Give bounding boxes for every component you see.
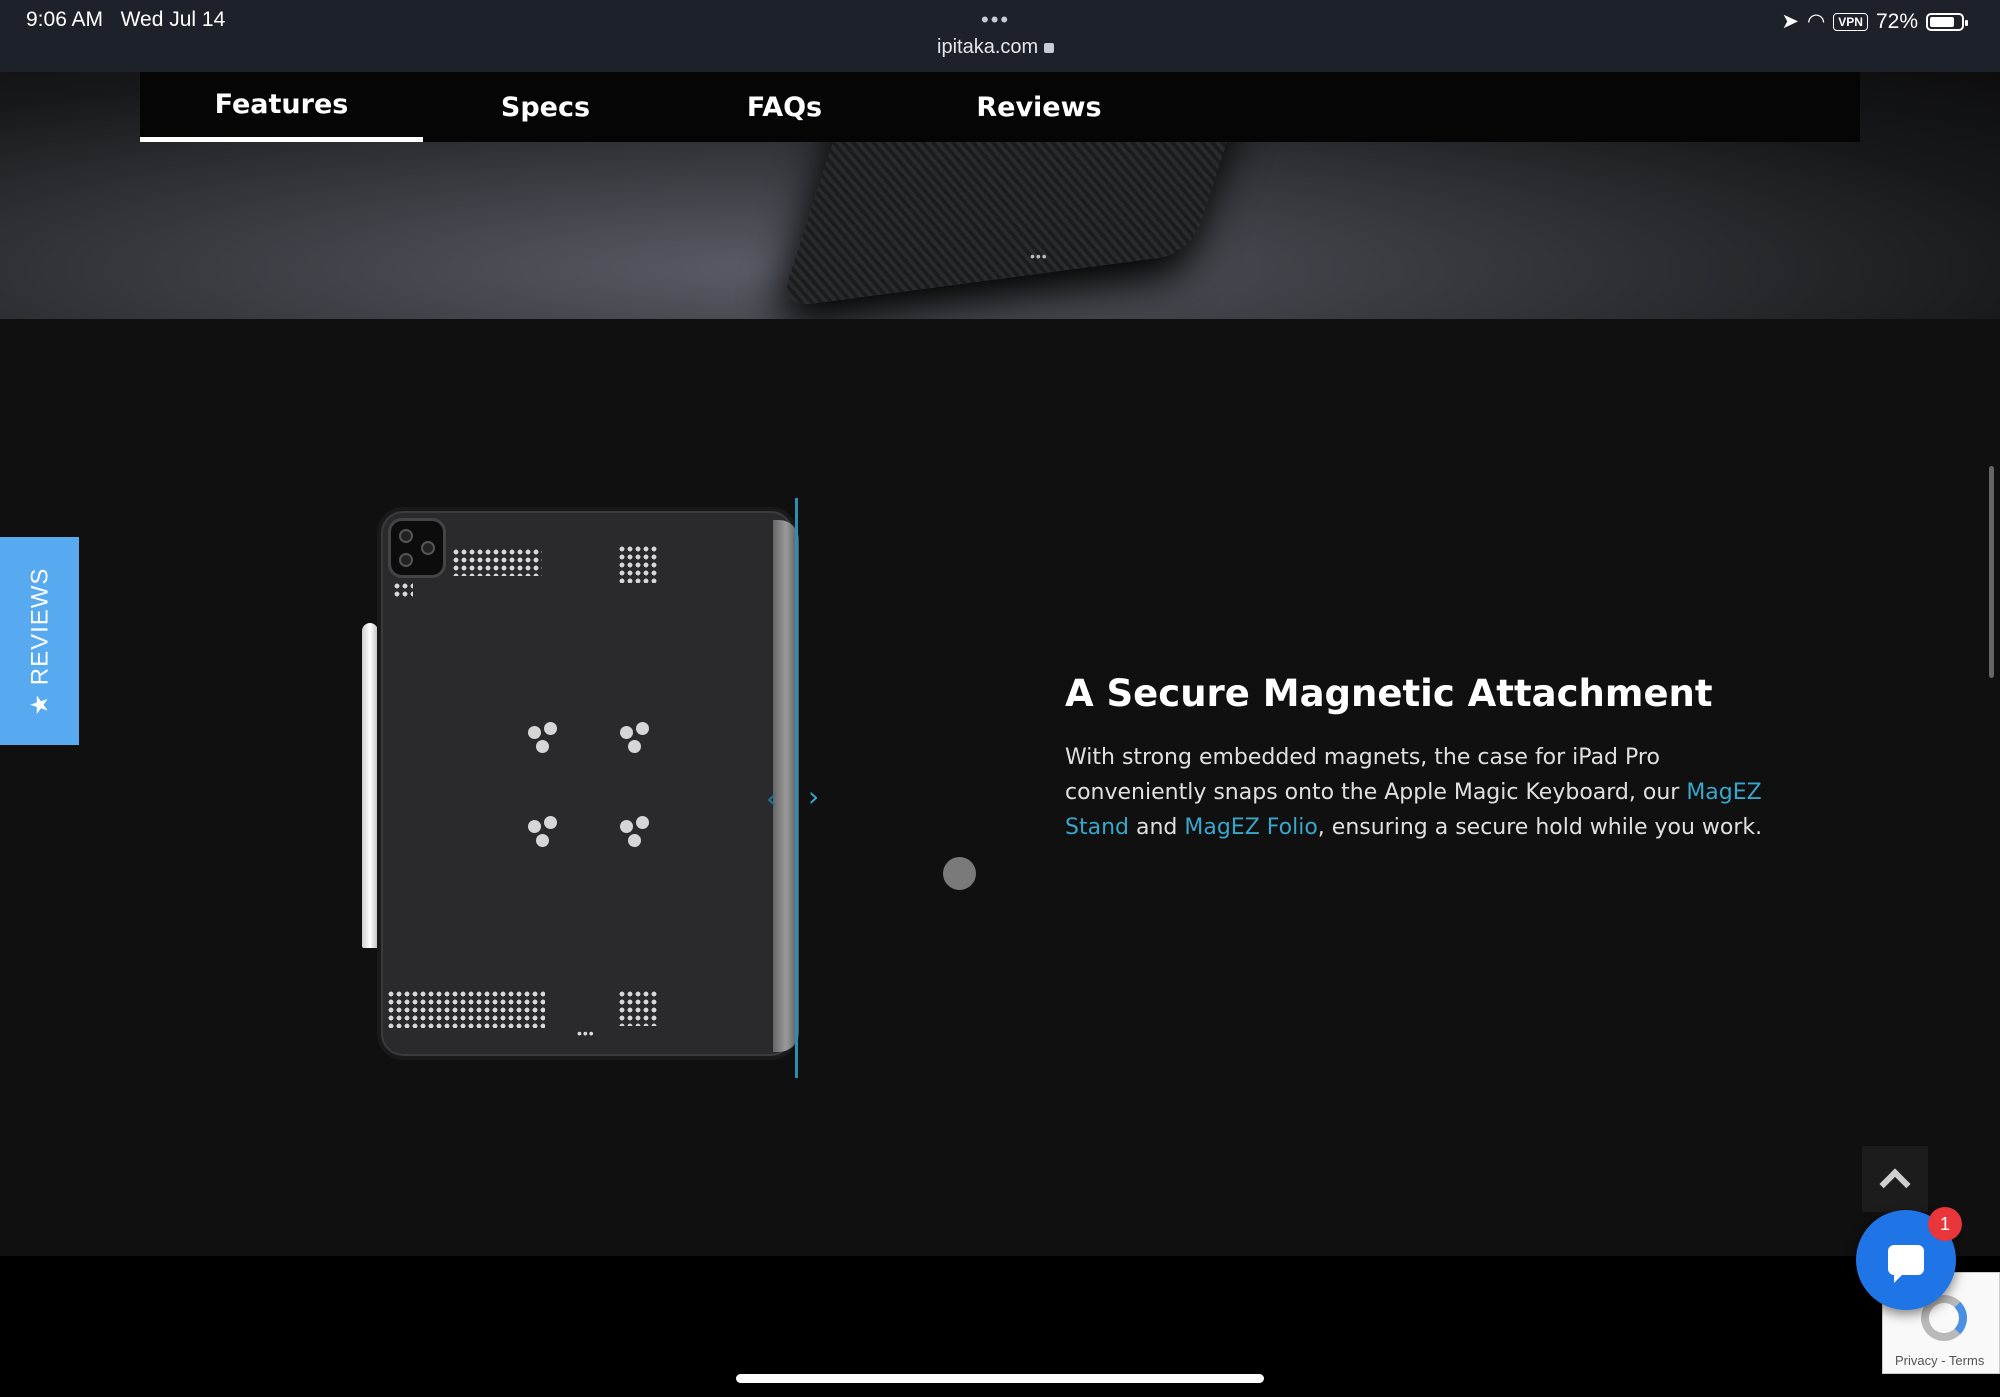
status-bar: 9:06 AM Wed Jul 14 ••• ipitaka.com ➤ ◠ V… [0, 0, 2000, 72]
chevron-right-icon[interactable]: › [808, 780, 819, 813]
wifi-icon: ◠ [1806, 10, 1826, 33]
case-logo-dots: ••• [577, 1025, 595, 1041]
home-indicator[interactable] [736, 1374, 1264, 1383]
back-to-top-button[interactable] [1862, 1146, 1928, 1212]
tab-features[interactable]: Features [140, 72, 423, 142]
camera-module-image [388, 518, 446, 578]
vpn-badge: VPN [1833, 12, 1868, 31]
tab-faqs[interactable]: FAQs [668, 72, 901, 142]
status-time: 9:06 AM Wed Jul 14 [26, 8, 226, 31]
lock-icon [1044, 43, 1055, 53]
battery-percent: 72% [1875, 9, 1918, 33]
status-indicators: ➤ ◠ VPN 72% [1781, 9, 1968, 34]
magnet-marker [620, 816, 656, 850]
case-pattern [393, 582, 413, 598]
case-pattern [618, 545, 658, 583]
tab-reviews[interactable]: Reviews [901, 72, 1177, 142]
apple-pencil-image [362, 623, 378, 948]
url-text: ipitaka.com [937, 36, 1039, 58]
feature-description: With strong embedded magnets, the case f… [1065, 745, 1763, 840]
product-tabs: Features Specs FAQs Reviews [140, 72, 1860, 142]
chat-icon [1888, 1245, 1924, 1283]
case-logo-dots: ••• [1030, 248, 1048, 264]
case-pattern [618, 990, 658, 1026]
magnet-marker [528, 722, 564, 756]
scrollbar[interactable] [1989, 466, 1994, 678]
feature-title: A Secure Magnetic Attachment [1065, 672, 1713, 715]
battery-icon [1926, 12, 1968, 31]
tab-specs[interactable]: Specs [423, 72, 668, 142]
location-icon: ➤ [1781, 10, 1799, 33]
case-pattern [452, 548, 542, 576]
reviews-side-tab[interactable]: ★ REVIEWS [0, 537, 79, 745]
magez-folio-link[interactable]: MagEZ Folio [1184, 815, 1317, 840]
carousel-dot[interactable] [943, 857, 976, 890]
case-pattern [387, 990, 545, 1028]
reviews-side-tab-label: ★ REVIEWS [26, 567, 53, 715]
browser-more-icon[interactable]: ••• [981, 9, 1010, 31]
magnet-marker [528, 816, 564, 850]
chat-notification-badge: 1 [1928, 1207, 1962, 1241]
recaptcha-links[interactable]: Privacy - Terms [1895, 1353, 1984, 1368]
chevron-up-icon [1879, 1168, 1911, 1200]
address-bar[interactable]: ipitaka.com [937, 36, 1055, 59]
magnet-marker [620, 722, 656, 756]
ipad-case-image [377, 507, 797, 1060]
chevron-left-icon[interactable]: ‹ [766, 782, 777, 815]
compare-slider-line[interactable] [795, 498, 798, 1078]
